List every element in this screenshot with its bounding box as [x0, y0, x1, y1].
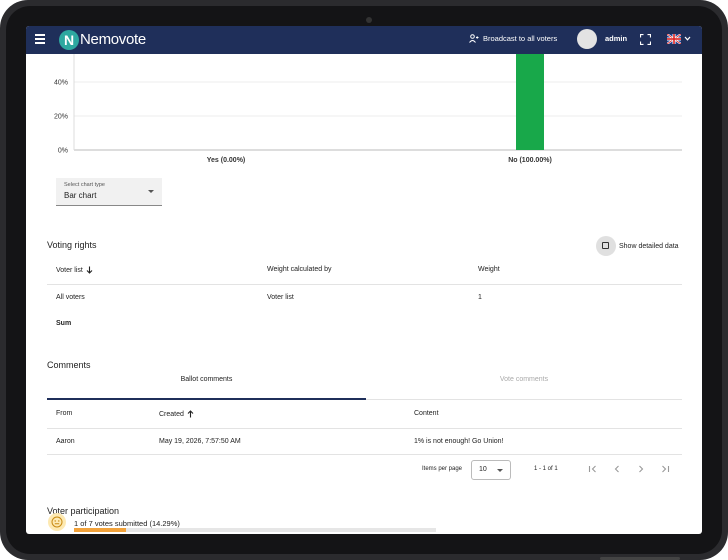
chart-type-select-value: Bar chart: [64, 191, 97, 200]
logo-icon: N: [59, 30, 79, 50]
comment-from-cell: Aaron: [56, 438, 75, 445]
comment-created-cell: May 19, 2026, 7:57:50 AM: [159, 438, 241, 445]
pagination-range: 1 - 1 of 1: [534, 466, 558, 472]
column-header-weight-calculated-by: Weight calculated by: [267, 266, 332, 273]
y-tick-label: 20%: [54, 114, 68, 121]
show-detailed-data-label: Show detailed data: [619, 243, 679, 250]
active-tab-indicator: [47, 398, 366, 400]
category-label: Yes (0.00%): [207, 157, 246, 164]
broadcast-button[interactable]: Broadcast to all voters: [469, 34, 557, 43]
dropdown-caret-icon: [148, 190, 154, 193]
menu-icon[interactable]: [35, 34, 45, 46]
broadcast-label: Broadcast to all voters: [483, 34, 558, 43]
chart-type-select-label: Select chart type: [64, 182, 105, 188]
table-divider: [47, 454, 682, 455]
column-header-voter-list-label: Voter list: [56, 266, 83, 274]
broadcast-users-icon: [469, 34, 479, 43]
items-per-page-value: 10: [479, 466, 487, 473]
items-per-page-select[interactable]: 10: [471, 460, 511, 480]
column-header-from: From: [56, 410, 73, 417]
column-header-weight: Weight: [478, 266, 500, 273]
voter-list-cell: All voters: [56, 294, 85, 301]
comment-content-cell: 1% is not enough! Go Union!: [414, 438, 504, 445]
ballot-results: 40% 20% 0% Yes (0.00%) No (100.00%) Select …: [26, 54, 702, 534]
tablet-frame: N Nemovote Broadcast to all voters admin: [0, 0, 728, 560]
table-divider: [47, 284, 682, 285]
participation-summary: 1 of 7 votes submitted (14.29%): [74, 519, 180, 528]
last-page-icon[interactable]: [660, 464, 670, 474]
bar-no[interactable]: [516, 54, 544, 150]
category-label: No (100.00%): [508, 157, 552, 164]
participation-progress-bar: [74, 528, 436, 532]
tab-vote-comments[interactable]: Vote comments: [366, 376, 682, 383]
app-toolbar: N Nemovote Broadcast to all voters admin: [26, 26, 702, 54]
voting-rights-title: Voting rights: [47, 240, 97, 250]
user-name: admin: [605, 34, 628, 43]
column-header-voter-list[interactable]: Voter list: [56, 266, 93, 274]
show-detailed-data-checkbox[interactable]: [596, 236, 616, 256]
y-tick-label: 0%: [58, 148, 68, 155]
y-tick-label: 40%: [54, 80, 68, 87]
tab-ballot-comments[interactable]: Ballot comments: [47, 376, 366, 383]
chart-type-select[interactable]: Select chart type Bar chart: [56, 178, 162, 206]
weight-calculated-by-cell: Voter list: [267, 294, 294, 301]
column-header-created-label: Created: [159, 410, 184, 418]
previous-page-icon[interactable]: [612, 464, 622, 474]
comments-title: Comments: [47, 360, 91, 370]
uk-flag-icon[interactable]: [667, 34, 681, 44]
chevron-down-icon[interactable]: [684, 35, 691, 42]
result-bar-chart: 40% 20% 0% Yes (0.00%) No (100.00%): [54, 54, 682, 164]
first-page-icon[interactable]: [588, 464, 598, 474]
smiley-face-icon: [48, 513, 66, 531]
table-divider: [47, 428, 682, 429]
app-screen: N Nemovote Broadcast to all voters admin: [26, 26, 702, 534]
camera-icon: [366, 17, 372, 23]
checkbox-icon: [602, 242, 609, 249]
dropdown-caret-icon: [497, 469, 503, 472]
sort-down-arrow-icon: [86, 266, 93, 274]
sum-label: Sum: [56, 320, 72, 327]
column-header-created[interactable]: Created: [159, 410, 194, 418]
column-header-content: Content: [414, 410, 439, 417]
app-logo-text: Nemovote: [80, 31, 146, 48]
items-per-page-label: Items per page: [422, 466, 463, 472]
fullscreen-icon[interactable]: [640, 34, 651, 45]
weight-cell: 1: [478, 294, 482, 301]
participation-progress-fill: [74, 528, 126, 532]
avatar[interactable]: [577, 29, 597, 49]
next-page-icon[interactable]: [636, 464, 646, 474]
sort-up-arrow-icon: [187, 410, 194, 418]
